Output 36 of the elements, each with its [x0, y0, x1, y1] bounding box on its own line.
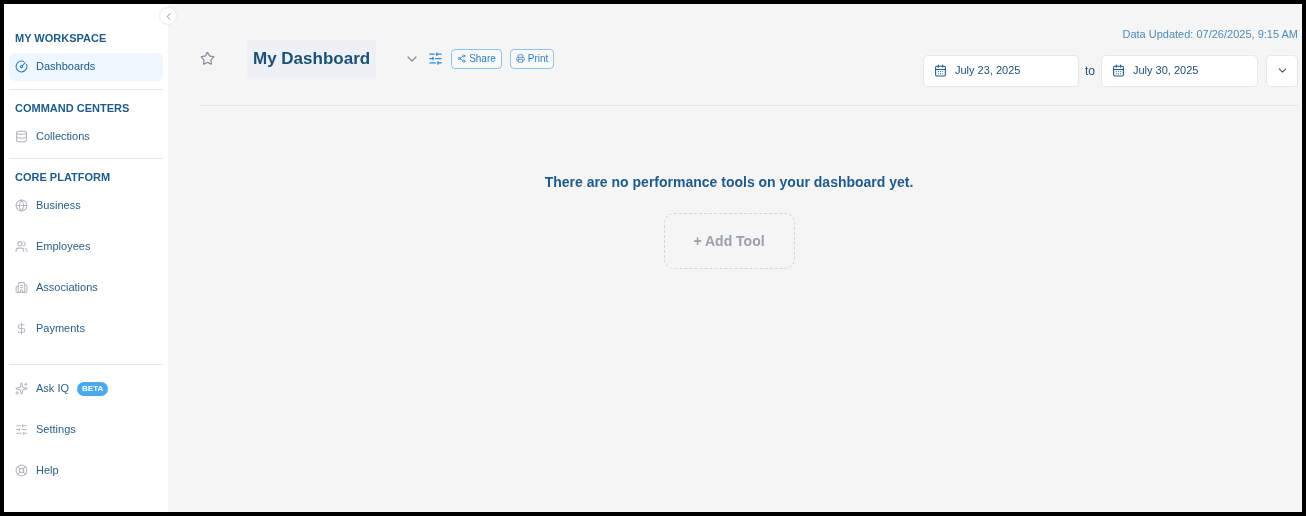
globe-icon [15, 199, 28, 212]
share-button[interactable]: Share [451, 48, 502, 69]
section-heading: COMMAND CENTERS [14, 100, 131, 116]
sidebar-item[interactable]: Dashboards [9, 52, 163, 81]
sparkles-icon [15, 382, 28, 395]
dashboard-title: My Dashboard [247, 40, 377, 78]
data-updated-text: Data Updated: 07/26/2025, 9:15 AM [1122, 27, 1298, 42]
sidebar-item[interactable]: Settings [9, 415, 163, 444]
share-icon [457, 54, 467, 64]
dollar-icon [15, 322, 28, 335]
sidebar-item[interactable]: Payments [9, 314, 163, 343]
printer-icon [515, 54, 525, 64]
empty-state-message: There are no performance tools on your dashboard yet. [544, 173, 914, 192]
sidebar-item[interactable]: Business [9, 191, 163, 220]
database-icon [15, 129, 28, 143]
sidebar-item[interactable]: Ask IQ BETA [9, 374, 163, 403]
date-field[interactable]: July 23, 2025 [923, 54, 1079, 87]
sliders-icon[interactable] [428, 51, 444, 67]
section-heading: MY WORKSPACE [14, 31, 108, 46]
star-icon[interactable] [200, 51, 215, 67]
date-field[interactable]: July 30, 2025 [1101, 54, 1258, 87]
gauge-icon [15, 60, 28, 73]
sliders-icon [15, 423, 28, 436]
sidebar-item[interactable]: Collections [9, 122, 163, 150]
beta-badge: BETA [77, 381, 109, 396]
calendar-icon [934, 64, 947, 77]
building-icon [15, 281, 28, 294]
sidebar-item[interactable]: Employees [9, 232, 163, 261]
section-heading: CORE PLATFORM [14, 170, 112, 185]
sidebar-item[interactable]: Help [9, 456, 163, 485]
to-label: to [1085, 62, 1095, 80]
calendar-icon [1112, 64, 1125, 77]
help-icon [15, 464, 28, 477]
users-icon [15, 240, 28, 253]
sidebar-item[interactable]: Associations [9, 273, 163, 302]
print-button[interactable]: Print [509, 48, 555, 69]
